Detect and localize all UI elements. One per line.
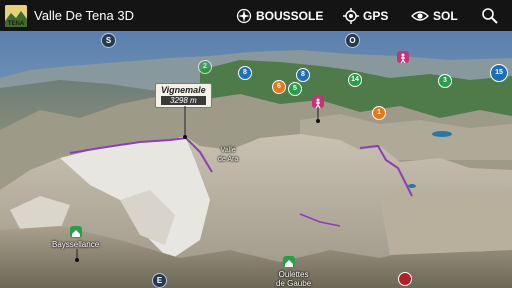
app-title: Valle De Tena 3D [34,8,134,23]
valley-label-line1: Valle [220,147,236,154]
poi-pin-5[interactable]: 14 [348,73,362,87]
eye-icon [411,10,429,21]
peak-name: Vignemale [161,85,206,95]
hut-icon [72,230,80,237]
app-logo-text: TENA [8,21,25,27]
search-button[interactable] [481,0,503,31]
hut-icon [285,260,293,267]
refuge-pin-oulettes[interactable] [283,256,295,268]
poi-pin-7[interactable]: 1 [372,106,386,120]
gps-label: GPS [363,8,389,23]
refuge-pin-bayssellance[interactable] [70,226,82,238]
hiker-icon [400,53,406,64]
compass-button[interactable]: BOUSSOLE [236,0,323,31]
refuge-1-pointer [75,249,79,262]
gps-button[interactable]: GPS [343,0,388,31]
refuge-label-bayssellance: Bayssellance [52,240,100,249]
hiker-pin-2[interactable] [312,96,324,109]
gps-target-icon [343,7,359,24]
refuge-label-oulettes-line1: Oulettes [278,270,309,279]
poi-pin-1[interactable]: 8 [238,66,252,80]
hiker-pin-1[interactable] [397,51,409,64]
poi-pin-3[interactable]: 8 [296,68,310,82]
hiker-pin-2-pointer [316,108,320,123]
search-icon [482,7,498,24]
poi-pin-8[interactable]: 2 [198,60,212,74]
peak-elevation: 3298 m [161,96,206,105]
peak-label-vignemale[interactable]: Vignemale 3298 m [155,83,212,108]
valley-label: Valle de Ara [218,146,238,164]
poi-pin-2[interactable]: 6 [272,80,286,94]
refuge-label-oulettes-line2: de Gaube [276,279,312,288]
compass-label: BOUSSOLE [256,8,324,23]
ground-view-button[interactable]: SOL [411,0,458,31]
compass-marker-east: E [152,273,167,288]
valley-label-line2: de Ara [218,156,239,163]
ground-view-label: SOL [433,8,458,23]
compass-marker-west: O [345,33,360,48]
peak-pointer-line [183,106,187,139]
poi-pin-6[interactable]: 15 [490,64,508,82]
refuge-label-oulettes: Oulettes de Gaube [276,270,311,288]
compass-marker-south: S [101,33,116,48]
danger-pin[interactable] [398,272,412,286]
app-logo-icon: TENA [5,4,27,27]
compass-rose-icon [236,8,252,23]
poi-pin-9[interactable]: 3 [438,74,452,88]
poi-pin-4[interactable]: 5 [288,82,302,96]
